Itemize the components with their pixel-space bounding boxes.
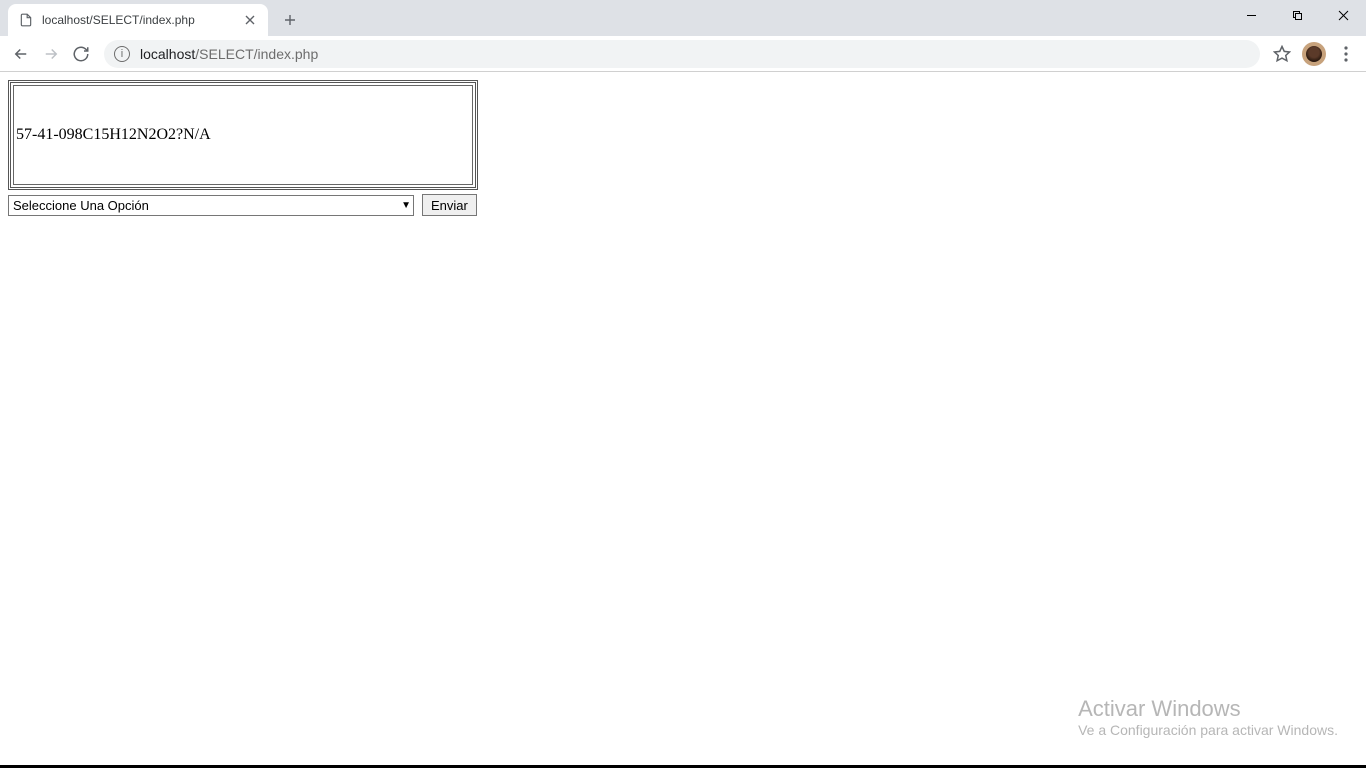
submit-button[interactable]: Enviar	[422, 194, 477, 216]
bookmark-star-icon[interactable]	[1268, 40, 1296, 68]
submit-label: Enviar	[431, 198, 468, 213]
close-window-button[interactable]	[1320, 0, 1366, 30]
watermark-title: Activar Windows	[1078, 696, 1338, 722]
forward-button[interactable]	[37, 40, 65, 68]
reload-button[interactable]	[67, 40, 95, 68]
file-icon	[18, 12, 34, 28]
new-tab-button[interactable]	[276, 6, 304, 34]
minimize-button[interactable]	[1228, 0, 1274, 30]
watermark-subtitle: Ve a Configuración para activar Windows.	[1078, 722, 1338, 738]
address-bar[interactable]: i localhost/SELECT/index.php	[104, 40, 1260, 68]
browser-toolbar: i localhost/SELECT/index.php	[0, 36, 1366, 72]
close-icon[interactable]	[242, 12, 258, 28]
url-host: localhost	[140, 46, 195, 62]
menu-button[interactable]	[1332, 40, 1360, 68]
result-table: 57-41-098C15H12N2O2?N/A	[8, 80, 478, 190]
chevron-down-icon: ▼	[401, 200, 411, 211]
profile-avatar[interactable]	[1302, 42, 1326, 66]
form-row: Seleccione Una Opción ▼ Enviar	[8, 194, 1358, 216]
browser-titlebar: localhost/SELECT/index.php	[0, 0, 1366, 36]
result-cell: 57-41-098C15H12N2O2?N/A	[13, 85, 473, 185]
site-info-icon[interactable]: i	[114, 46, 130, 62]
maximize-button[interactable]	[1274, 0, 1320, 30]
select-value: Seleccione Una Opción	[13, 198, 149, 213]
browser-tab[interactable]: localhost/SELECT/index.php	[8, 4, 268, 36]
page-content: 57-41-098C15H12N2O2?N/A Seleccione Una O…	[0, 72, 1366, 224]
window-controls	[1228, 0, 1366, 30]
tab-title: localhost/SELECT/index.php	[42, 13, 242, 27]
windows-activation-watermark: Activar Windows Ve a Configuración para …	[1078, 696, 1338, 738]
option-select[interactable]: Seleccione Una Opción ▼	[8, 195, 414, 216]
url-path: /SELECT/index.php	[195, 46, 318, 62]
back-button[interactable]	[7, 40, 35, 68]
